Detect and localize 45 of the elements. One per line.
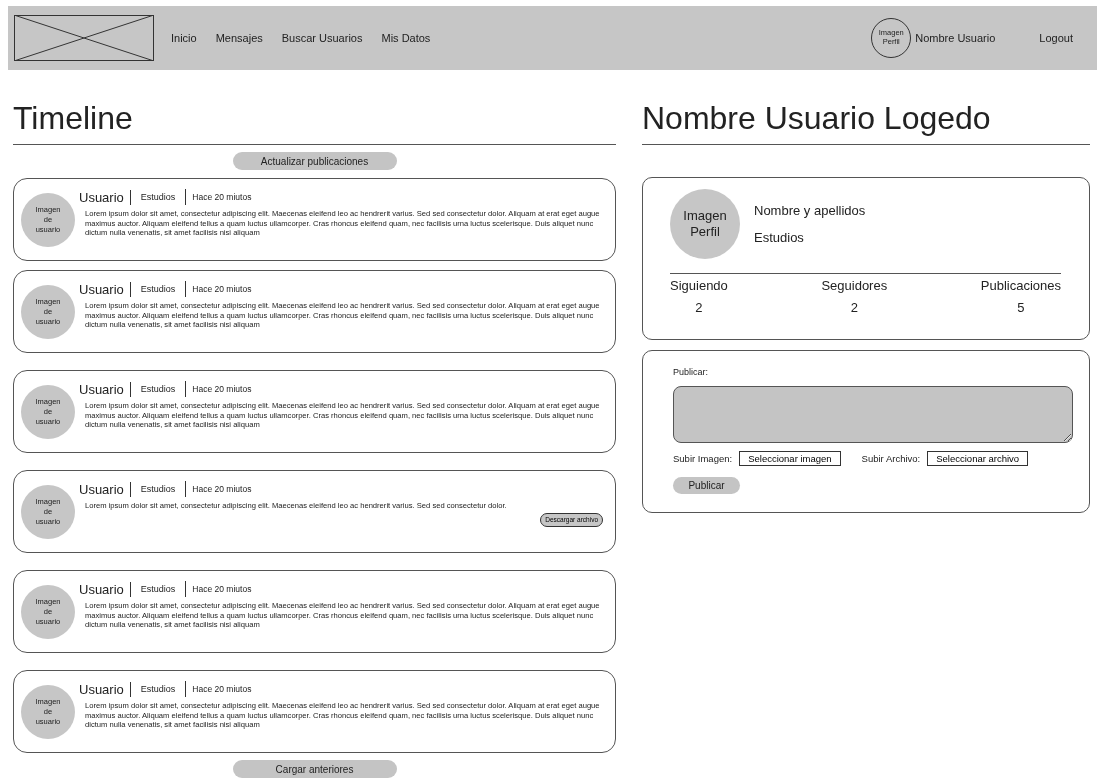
stat-value: 5: [1017, 300, 1025, 315]
post-studies: Estudios: [130, 381, 187, 397]
field-label: Publicar:: [673, 367, 709, 377]
post-input-field[interactable]: [673, 386, 1073, 443]
stat-label: Seguidores: [821, 278, 888, 293]
stat-label: Siguiendo: [670, 278, 728, 293]
stat-value: 2: [850, 300, 858, 315]
publish-button[interactable]: Publicar: [673, 477, 740, 494]
section-title: Timeline: [13, 98, 616, 145]
post-studies: Estudios: [130, 481, 187, 497]
post-author: Usuario: [79, 581, 131, 597]
post-author: Usuario: [79, 381, 131, 397]
post-studies: Estudios: [130, 581, 187, 597]
full-name: Nombre y apellidos: [754, 203, 866, 218]
post-author: Usuario: [79, 281, 131, 297]
logo-placeholder-icon[interactable]: [14, 15, 154, 61]
post-time: Hace 20 miutos: [191, 384, 252, 394]
profile-title: Nombre Usuario Logedo: [642, 98, 1090, 145]
logout-link[interactable]: Logout: [1039, 32, 1073, 44]
nav-link[interactable]: Inicio: [171, 32, 197, 44]
select-file-button[interactable]: Seleccionar archivo: [927, 451, 1029, 466]
post-author: Usuario: [79, 189, 131, 205]
studies-text: Estudios: [754, 230, 805, 245]
nav-link[interactable]: Mis Datos: [381, 32, 431, 44]
load-more-button[interactable]: Cargar anteriores: [232, 760, 397, 778]
user-name-link[interactable]: Nombre Usuario: [915, 32, 996, 44]
stat-value: 2: [695, 300, 703, 315]
nav-link[interactable]: Mensajes: [215, 32, 263, 44]
nav-link[interactable]: Buscar Usuarios: [281, 32, 363, 44]
post-time: Hace 20 miutos: [191, 684, 252, 694]
post-studies: Estudios: [130, 681, 187, 697]
refresh-button[interactable]: Actualizar publicaciones: [232, 152, 397, 170]
profile-avatar: Imagen Perfil: [670, 189, 740, 259]
stat-label: Publicaciones: [980, 278, 1061, 293]
post-time: Hace 20 miutos: [191, 484, 252, 494]
post-time: Hace 20 miutos: [191, 584, 252, 594]
field-label: Subir Archivo:: [861, 453, 921, 464]
post-time: Hace 20 miutos: [191, 192, 252, 202]
post-time: Hace 20 miutos: [191, 284, 252, 294]
field-label: Subir Imagen:: [673, 453, 733, 464]
post-author: Usuario: [79, 681, 131, 697]
post-author: Usuario: [79, 481, 131, 497]
post-studies: Estudios: [130, 281, 187, 297]
select-image-button[interactable]: Seleccionar imagen: [739, 451, 841, 466]
post-studies: Estudios: [130, 189, 187, 205]
